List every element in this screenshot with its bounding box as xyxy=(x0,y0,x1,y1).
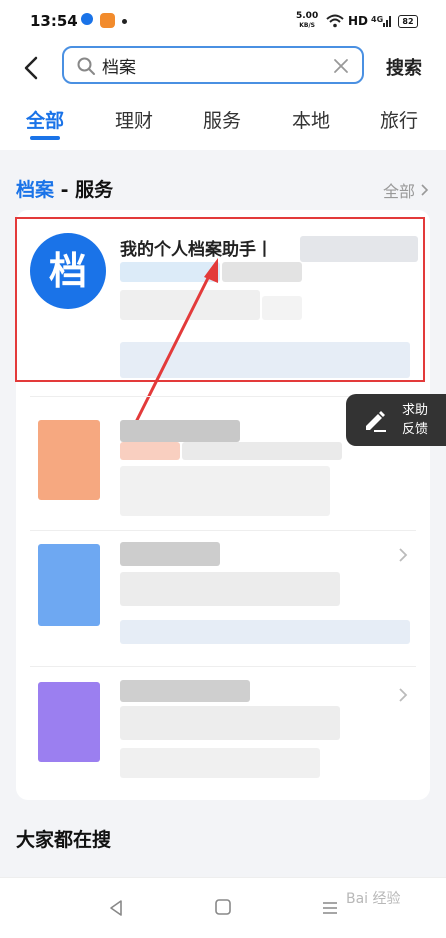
blurred-app-logo xyxy=(38,682,100,762)
chevron-right-icon[interactable] xyxy=(398,684,408,708)
blurred-app-logo xyxy=(38,544,100,626)
blurred-text xyxy=(120,572,340,606)
nav-menu-icon[interactable] xyxy=(320,898,340,922)
chevron-right-icon[interactable] xyxy=(398,544,408,568)
blurred-tag xyxy=(120,442,180,460)
divider xyxy=(30,530,416,531)
feedback-label: 求助 反馈 xyxy=(402,403,429,437)
help-feedback-button[interactable]: 求助 反馈 xyxy=(346,394,446,446)
blurred-text xyxy=(120,706,340,740)
blurred-text xyxy=(120,420,240,442)
nav-back-icon[interactable] xyxy=(106,898,126,922)
nav-home-icon[interactable] xyxy=(214,898,232,920)
blurred-app-logo xyxy=(38,420,100,500)
watermark: Bai 经验 xyxy=(346,891,401,907)
blurred-text xyxy=(182,442,342,460)
blurred-buttons xyxy=(120,620,410,644)
blurred-text xyxy=(120,748,320,778)
edit-pen-icon xyxy=(360,406,388,438)
blurred-text xyxy=(120,680,250,702)
blurred-text xyxy=(120,466,330,516)
popular-searches-title: 大家都在搜 xyxy=(16,829,112,851)
divider xyxy=(30,666,416,667)
blurred-text xyxy=(120,542,220,566)
